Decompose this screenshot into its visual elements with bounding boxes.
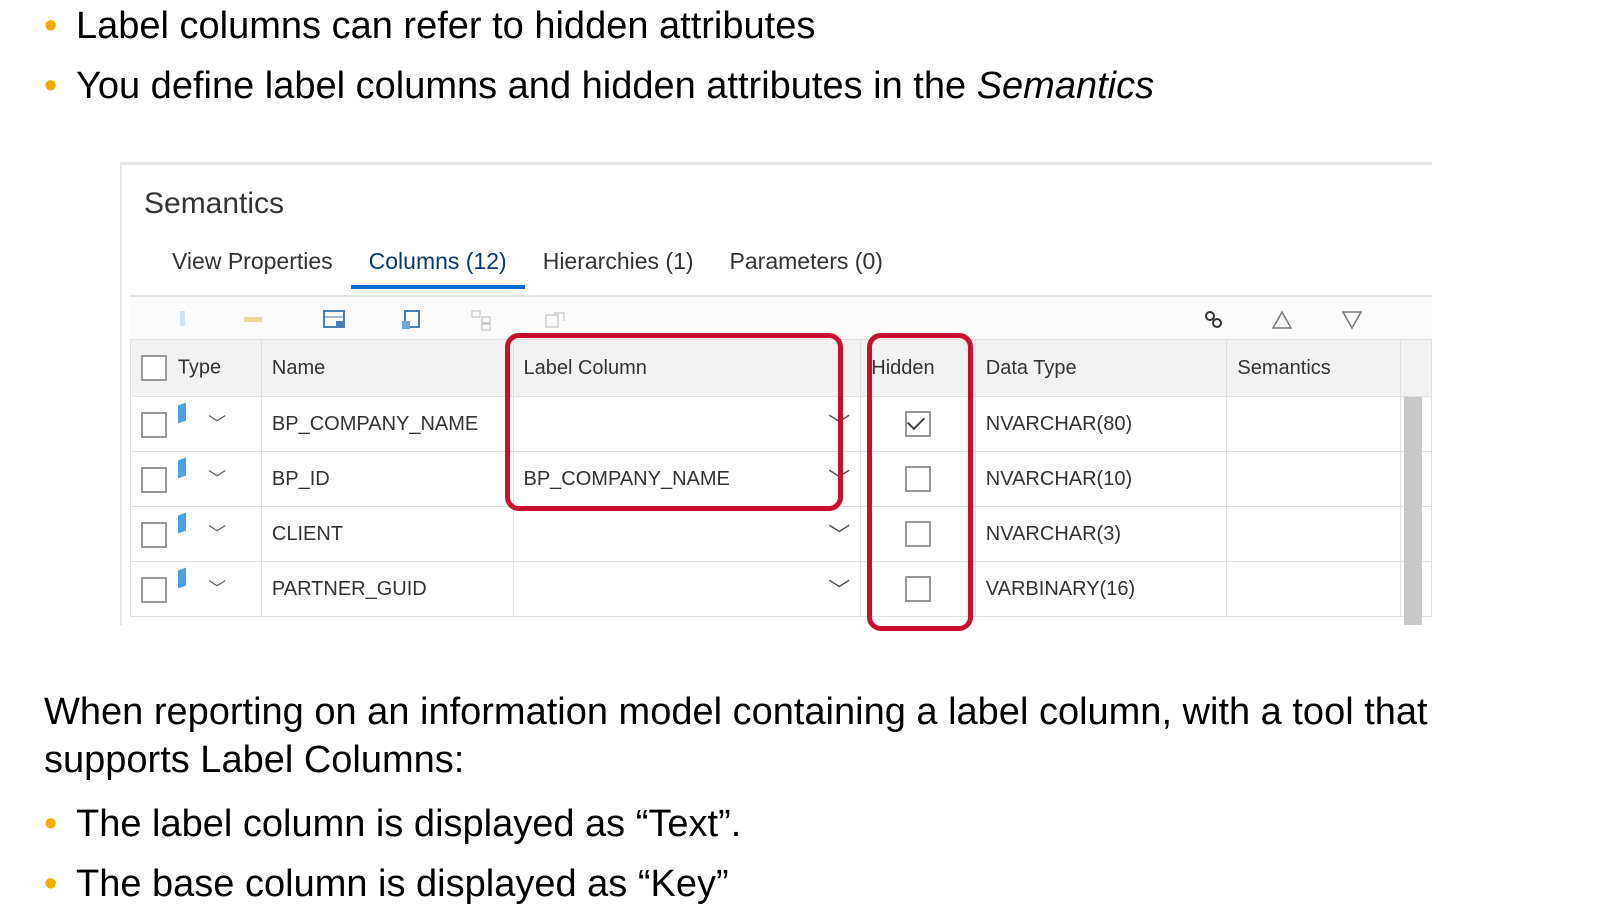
bullet-dot: • bbox=[44, 65, 58, 107]
row-name: PARTNER_GUID bbox=[260, 561, 514, 617]
bullet-text: The base column is displayed as “Key” bbox=[76, 863, 729, 905]
row-checkbox[interactable] bbox=[141, 411, 167, 438]
row-name: BP_COMPANY_NAME bbox=[260, 396, 514, 452]
bullet-item: • The base column is displayed as “Key” bbox=[44, 862, 729, 906]
hidden-column-highlight bbox=[867, 333, 973, 631]
panel-title: Semantics bbox=[144, 187, 285, 220]
assign-semantics-icon[interactable] bbox=[322, 309, 345, 329]
bullet-item: • Label columns can refer to hidden attri… bbox=[44, 4, 815, 48]
header-semantics[interactable]: Semantics bbox=[1226, 339, 1402, 397]
vertical-scrollbar[interactable] bbox=[1404, 397, 1422, 625]
header-name[interactable]: Name bbox=[260, 339, 514, 397]
select-all-checkbox[interactable] bbox=[141, 355, 167, 381]
chevron-down-icon[interactable]: ﹀ bbox=[208, 575, 226, 601]
gear-icon[interactable] bbox=[1202, 309, 1224, 329]
attribute-icon bbox=[178, 457, 187, 479]
row-semantics[interactable] bbox=[1226, 506, 1402, 562]
label-column-dropdown[interactable]: ﹀ bbox=[524, 573, 851, 605]
chevron-down-icon[interactable]: ﹀ bbox=[208, 520, 226, 546]
attribute-icon bbox=[178, 402, 187, 424]
chevron-down-icon: ﹀ bbox=[828, 578, 851, 603]
bullet-emphasis: Semantics bbox=[976, 65, 1155, 107]
bullet-item: • You define label columns and hidden att… bbox=[44, 64, 1154, 108]
header-filler bbox=[1400, 339, 1432, 397]
header-type: Type bbox=[130, 339, 262, 397]
row-checkbox[interactable] bbox=[141, 521, 167, 548]
tab-columns[interactable]: Columns (12) bbox=[350, 243, 525, 289]
bullet-dot: • bbox=[44, 863, 58, 905]
pin-tool-icon[interactable] bbox=[172, 309, 194, 329]
tab-bar: View Properties Columns (12) Hierarchies… bbox=[154, 243, 901, 289]
bullet-dot: • bbox=[44, 5, 58, 47]
tab-view-properties[interactable]: View Properties bbox=[154, 243, 351, 285]
header-type-label: Type bbox=[177, 356, 222, 379]
chevron-down-icon[interactable]: ﹀ bbox=[208, 465, 226, 491]
row-checkbox[interactable] bbox=[141, 576, 167, 603]
ruler-icon[interactable] bbox=[242, 309, 264, 329]
row-data-type: NVARCHAR(3) bbox=[974, 506, 1228, 562]
propagate-icon[interactable] bbox=[544, 309, 566, 329]
row-semantics[interactable] bbox=[1226, 451, 1402, 507]
label-column-dropdown[interactable]: ﹀ bbox=[524, 518, 851, 550]
bullet-text: Label columns can refer to hidden attrib… bbox=[76, 5, 816, 47]
attribute-icon bbox=[178, 567, 187, 589]
label-column-highlight bbox=[505, 333, 843, 511]
row-semantics[interactable] bbox=[1226, 396, 1402, 452]
move-down-icon[interactable] bbox=[1340, 309, 1363, 330]
data-preview-icon[interactable] bbox=[400, 309, 422, 329]
table-row[interactable]: ﹀ PARTNER_GUID ﹀ VARBINARY(16) bbox=[130, 561, 1432, 617]
attribute-icon bbox=[178, 512, 187, 534]
bullet-text: The label column is displayed as “Text”. bbox=[76, 803, 742, 845]
intro-paragraph: When reporting on an information model c… bbox=[44, 691, 1428, 781]
bullet-dot: • bbox=[44, 803, 58, 845]
chevron-down-icon[interactable]: ﹀ bbox=[208, 410, 226, 436]
row-data-type: NVARCHAR(80) bbox=[974, 396, 1228, 452]
bullet-text: You define label columns and hidden attr… bbox=[76, 65, 977, 107]
tab-hierarchies[interactable]: Hierarchies (1) bbox=[525, 243, 712, 285]
header-data-type[interactable]: Data Type bbox=[974, 339, 1228, 397]
row-checkbox[interactable] bbox=[141, 466, 167, 493]
row-name: CLIENT bbox=[260, 506, 514, 562]
tab-parameters[interactable]: Parameters (0) bbox=[712, 243, 901, 285]
row-data-type: NVARCHAR(10) bbox=[974, 451, 1228, 507]
table-row[interactable]: ﹀ CLIENT ﹀ NVARCHAR(3) bbox=[130, 506, 1432, 562]
hierarchy-icon[interactable] bbox=[470, 309, 492, 331]
bullet-item: • The label column is displayed as “Text”… bbox=[44, 802, 741, 846]
row-data-type: VARBINARY(16) bbox=[974, 561, 1228, 617]
chevron-down-icon: ﹀ bbox=[828, 523, 851, 548]
row-semantics[interactable] bbox=[1226, 561, 1402, 617]
row-name: BP_ID bbox=[260, 451, 514, 507]
move-up-icon[interactable] bbox=[1270, 309, 1293, 329]
